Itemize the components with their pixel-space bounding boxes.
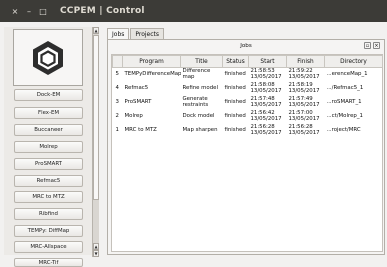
mrc-allspace-button[interactable]: MRC-Allspace [14, 241, 83, 253]
buccaneer-button[interactable]: Buccaneer [14, 124, 83, 136]
flex-em-button[interactable]: Flex-EM [14, 107, 83, 119]
window-titlebar: × – □ CCPEM | Control [0, 0, 387, 22]
job-directory: .../Refmac5_1 [326, 85, 364, 92]
prosmart-button[interactable]: ProSMART [14, 158, 83, 170]
column-header-program[interactable]: Program [122, 55, 181, 68]
job-id: 2 [115, 113, 119, 120]
column-header-directory[interactable]: Directory [324, 55, 383, 68]
job-directory: ...roject/MRC [326, 127, 361, 134]
job-status: finished [224, 127, 246, 134]
minimize-window-icon[interactable]: – [24, 6, 34, 16]
window-title: CCPEM | Control [60, 6, 145, 16]
job-program: TEMPyDifferenceMap [124, 71, 181, 78]
job-finish: 21:57:49 13/05/2017 [288, 96, 320, 108]
table-row[interactable]: 4 Refmac5 Refine model finished 21:58:08… [113, 82, 383, 96]
scroll-up-icon[interactable]: ▲ [93, 27, 99, 34]
jobs-pane-title: Jobs [240, 43, 252, 49]
scrollbar-thumb[interactable] [93, 35, 99, 200]
ccpem-hexagon-logo-icon [33, 40, 63, 75]
job-program: MRC to MTZ [124, 127, 157, 134]
table-header-row: Program Title Status Start Finish Direct… [112, 55, 383, 68]
close-icon[interactable]: × [373, 42, 380, 49]
column-header-id[interactable] [112, 55, 123, 68]
table-row[interactable]: 2 Molrep Dock model finished 21:56:42 13… [113, 110, 383, 124]
maximize-window-icon[interactable]: □ [38, 6, 48, 16]
job-program: Refmac5 [124, 85, 149, 92]
sidebar-scrollbar[interactable]: ▲ ▲ ▼ [92, 27, 99, 257]
job-directory: ...erenceMap_1 [326, 71, 368, 78]
table-row[interactable]: 3 ProSMART Generate restraints finished … [113, 96, 383, 110]
job-program: Molrep [124, 113, 143, 120]
close-window-icon[interactable]: × [10, 6, 20, 16]
refmac5-button[interactable]: Refmac5 [14, 175, 83, 187]
dock-em-button[interactable]: Dock-EM [14, 89, 83, 101]
job-title: Difference map [182, 68, 211, 80]
jobs-table: Program Title Status Start Finish Direct… [112, 55, 383, 138]
scroll-up-bottom-icon[interactable]: ▲ [93, 243, 99, 250]
job-finish: 21:58:19 13/05/2017 [288, 82, 320, 94]
column-header-start[interactable]: Start [248, 55, 287, 68]
job-start: 21:56:42 13/05/2017 [250, 110, 282, 122]
ccpem-logo [13, 29, 83, 86]
job-title: Map sharpen [182, 127, 218, 134]
scroll-down-icon[interactable]: ▼ [93, 250, 99, 257]
table-row[interactable]: 1 MRC to MTZ Map sharpen finished 21:56:… [113, 124, 383, 138]
job-start: 21:56:28 13/05/2017 [250, 124, 282, 136]
table-row[interactable]: 5 TEMPyDifferenceMap Difference map fini… [113, 68, 383, 83]
column-header-status[interactable]: Status [222, 55, 249, 68]
job-title: Dock model [182, 113, 215, 120]
tab-jobs[interactable]: Jobs [107, 28, 130, 39]
job-start: 21:58:53 13/05/2017 [250, 68, 282, 80]
job-title: Generate restraints [182, 96, 209, 108]
molrep-button[interactable]: Molrep [14, 141, 83, 153]
ribfind-button[interactable]: Ribfind [14, 208, 83, 220]
column-header-title[interactable]: Title [180, 55, 223, 68]
mrc-tif-button[interactable]: MRC-Tif [14, 258, 83, 267]
job-finish: 21:56:28 13/05/2017 [288, 124, 320, 136]
column-header-finish[interactable]: Finish [286, 55, 325, 68]
job-directory: ...ct/Molrep_1 [326, 113, 363, 120]
job-status: finished [224, 113, 246, 120]
pane-controls: ▫ × [364, 42, 380, 49]
mrc-to-mtz-button[interactable]: MRC to MTZ [14, 191, 83, 203]
job-start: 21:57:48 13/05/2017 [250, 96, 282, 108]
job-id: 1 [115, 127, 119, 134]
jobs-table-container: Program Title Status Start Finish Direct… [111, 54, 383, 252]
restore-icon[interactable]: ▫ [364, 42, 371, 49]
job-status: finished [224, 85, 246, 92]
job-id: 4 [115, 85, 119, 92]
job-id: 3 [115, 99, 119, 106]
job-start: 21:58:08 13/05/2017 [250, 82, 282, 94]
job-finish: 21:59:22 13/05/2017 [288, 68, 320, 80]
job-title: Refine model [182, 85, 218, 92]
job-status: finished [224, 99, 246, 106]
program-sidebar: Dock-EM Flex-EM Buccaneer Molrep ProSMAR… [4, 27, 99, 267]
jobs-pane: Jobs ▫ × Program Title Status Start Fini… [107, 39, 385, 255]
job-finish: 21:57:00 13/05/2017 [288, 110, 320, 122]
job-directory: ...roSMART_1 [326, 99, 362, 106]
job-program: ProSMART [124, 99, 152, 106]
job-status: finished [224, 71, 246, 78]
job-id: 5 [115, 71, 119, 78]
tab-projects[interactable]: Projects [130, 28, 165, 39]
tempy-diffmap-button[interactable]: TEMPy: DiffMap [14, 225, 83, 237]
